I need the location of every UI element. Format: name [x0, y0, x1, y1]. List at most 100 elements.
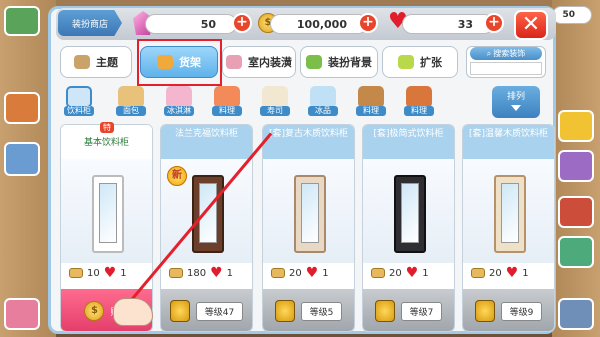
- sushi-icon: [262, 86, 288, 108]
- category-label: 料理: [404, 106, 434, 116]
- fridge-image: [394, 175, 426, 253]
- lock-icon: [474, 300, 495, 322]
- tab-label: 主题: [96, 56, 118, 69]
- card-price: 10: [87, 267, 100, 279]
- friends-icon[interactable]: [4, 298, 40, 330]
- category-ice[interactable]: 冰品: [308, 86, 338, 118]
- heart-icon: ♥: [405, 265, 419, 281]
- category-dish[interactable]: 料理: [212, 86, 242, 118]
- highlight-frame: [137, 39, 222, 86]
- mail-icon[interactable]: [558, 236, 594, 268]
- level-requirement: 等级9: [500, 301, 543, 321]
- product-card-cozy-wood[interactable]: [套]温馨木质饮料柜 20 ♥ 1 等级9: [462, 124, 555, 332]
- card-image: [61, 159, 152, 263]
- category-snack[interactable]: 料理: [404, 86, 434, 118]
- card-title: [套]极简式饮料柜: [363, 125, 454, 159]
- fridge-image: [494, 175, 526, 253]
- locked-footer: 等级9: [463, 289, 554, 331]
- card-price: 20: [489, 267, 502, 279]
- heart-counter: 33: [402, 14, 494, 34]
- category-drink-cabinet[interactable]: 饮料柜: [64, 86, 94, 118]
- ice-icon: [310, 86, 336, 108]
- pointer-hand-icon: [113, 298, 153, 326]
- category-label: 料理: [356, 106, 386, 116]
- fridge-image: [294, 175, 326, 253]
- fridge-image: [92, 175, 124, 253]
- menu-icon[interactable]: [4, 6, 40, 36]
- quest-icon[interactable]: [4, 92, 40, 124]
- add-gems-button[interactable]: +: [232, 13, 252, 33]
- tab-interior[interactable]: 室内装潢: [222, 46, 296, 78]
- close-icon[interactable]: ✕: [514, 10, 548, 40]
- tab-label: 扩张: [420, 56, 442, 69]
- storage-icon[interactable]: [558, 298, 594, 330]
- card-hearts: 1: [120, 267, 127, 279]
- card-hearts: 1: [522, 267, 529, 279]
- shop-title: 装扮商店: [58, 10, 122, 36]
- card-hearts: 1: [422, 267, 429, 279]
- interior-icon: [226, 55, 242, 69]
- decor-icon[interactable]: [558, 110, 594, 142]
- category-label: 面包: [116, 106, 146, 116]
- locked-footer: 等级7: [363, 289, 454, 331]
- card-image: [363, 159, 454, 263]
- heart-icon: ♥: [505, 265, 519, 281]
- theme-icon: [74, 55, 90, 69]
- tab-theme[interactable]: 主题: [60, 46, 132, 78]
- bread-icon: [271, 268, 285, 278]
- bread-icon: [169, 268, 183, 278]
- card-image: [463, 159, 554, 263]
- special-ribbon: 特: [100, 122, 114, 133]
- heart-icon: ♥: [210, 265, 223, 281]
- bread-icon: [371, 268, 385, 278]
- dish-icon: [214, 86, 240, 108]
- card-title: 法兰克福饮料柜: [161, 125, 252, 159]
- category-label: 饮料柜: [64, 106, 94, 116]
- expand-icon: [398, 55, 414, 69]
- lock-icon: [274, 300, 295, 322]
- card-price: 20: [389, 267, 402, 279]
- category-bread[interactable]: 面包: [116, 86, 146, 118]
- category-cooking[interactable]: 料理: [356, 86, 386, 118]
- card-title: [套]复古木质饮料柜: [263, 125, 354, 159]
- new-badge: 新: [167, 166, 187, 186]
- fridge-image: [192, 175, 224, 253]
- product-card-minimal[interactable]: [套]极简式饮料柜 20 ♥ 1 等级7: [362, 124, 455, 332]
- category-sushi[interactable]: 寿司: [260, 86, 290, 118]
- card-stats: 20 ♥ 1: [363, 263, 454, 283]
- card-stats: 180 ♥ 1: [161, 263, 252, 283]
- category-icecream[interactable]: 冰淇淋: [164, 86, 194, 118]
- product-card-retro-wood[interactable]: [套]复古木质饮料柜 20 ♥ 1 等级5: [262, 124, 355, 332]
- search-button[interactable]: ⌕ 搜索装饰: [470, 47, 542, 60]
- card-title: [套]温馨木质饮料柜: [463, 125, 554, 159]
- search-icon: ⌕: [486, 48, 492, 58]
- card-hearts: 1: [226, 267, 234, 279]
- level-requirement: 等级7: [400, 301, 443, 321]
- bread-icon: [471, 268, 485, 278]
- tab-expand[interactable]: 扩张: [382, 46, 458, 78]
- sort-button[interactable]: 排列: [492, 86, 540, 118]
- drink-icon: [66, 86, 92, 108]
- background-icon: [306, 55, 322, 69]
- event-icon[interactable]: [4, 142, 40, 176]
- icecream-icon: [166, 86, 192, 108]
- coin-counter: 100,000: [270, 14, 368, 34]
- bread-icon: [118, 86, 144, 108]
- heart-icon: ♥: [103, 265, 117, 281]
- product-card-frankfurt[interactable]: 法兰克福饮料柜 180 ♥ 1 等级47: [160, 124, 253, 332]
- bread-icon: [69, 268, 83, 278]
- category-label: 冰品: [308, 106, 338, 116]
- shop-icon[interactable]: [558, 196, 594, 228]
- category-label: 料理: [212, 106, 242, 116]
- add-coins-button[interactable]: +: [358, 13, 378, 33]
- gift-icon[interactable]: [558, 150, 594, 182]
- add-hearts-button[interactable]: +: [484, 13, 504, 33]
- card-hearts: 1: [322, 267, 329, 279]
- tab-background[interactable]: 装扮背景: [300, 46, 378, 78]
- level-requirement: 等级47: [195, 301, 244, 321]
- sort-label: 排列: [506, 92, 525, 102]
- level-requirement: 等级5: [300, 301, 343, 321]
- search-input[interactable]: [470, 62, 542, 75]
- coin-icon: $: [84, 301, 105, 321]
- locked-footer: 等级5: [263, 289, 354, 331]
